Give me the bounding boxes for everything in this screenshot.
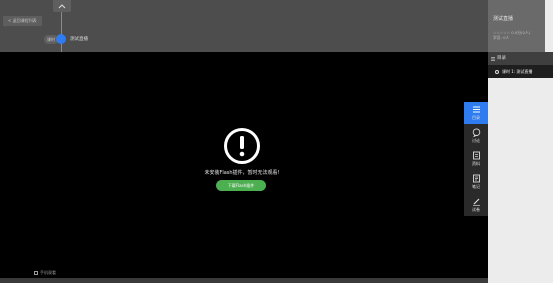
- menu-icon: [491, 56, 495, 61]
- list-icon: [472, 106, 480, 113]
- rail-item-label: 资料: [472, 161, 480, 166]
- pencil-icon: [472, 198, 480, 206]
- qr-code-icon: [34, 271, 38, 275]
- current-lesson-label[interactable]: 测试直播: [70, 36, 88, 43]
- rail-item-label: 目录: [472, 115, 480, 120]
- toc-item-label: 课时 1: 测试直播: [502, 69, 533, 74]
- mobile-view-label: 手机观看: [40, 270, 56, 275]
- rail-item-label: 讨论: [472, 138, 480, 143]
- current-lesson-dot[interactable]: [56, 34, 66, 44]
- note-icon: [472, 174, 480, 183]
- rail-item-label: 试卷: [472, 207, 480, 212]
- status-circle-icon: [495, 69, 499, 74]
- rail-item-label: 笔记: [472, 184, 480, 189]
- course-meta: ☆☆☆☆☆ 0.0分(0人) 学员: 0人: [493, 30, 530, 40]
- rail-item-discussion[interactable]: 讨论: [464, 125, 488, 147]
- toc-header: 目录: [488, 52, 553, 65]
- rail-item-exam[interactable]: 试卷: [464, 194, 488, 216]
- top-bar: [0, 0, 488, 52]
- back-to-course-list-button[interactable]: < 返回课程列表: [3, 16, 42, 26]
- alert-icon: [224, 128, 260, 164]
- rail-item-materials[interactable]: 资料: [464, 148, 488, 170]
- rail-item-notes[interactable]: 笔记: [464, 171, 488, 193]
- course-info-box: [488, 0, 545, 52]
- document-icon: [472, 151, 480, 160]
- course-title: 测试直播: [493, 16, 514, 22]
- flash-missing-message: 未安装Flash插件，暂时无法观看!: [204, 170, 280, 176]
- toc-heading-label: 目录: [497, 56, 506, 61]
- rail-item-toc[interactable]: 目录: [464, 102, 488, 124]
- mobile-view-link[interactable]: 手机观看: [34, 270, 56, 276]
- chat-icon: [472, 128, 480, 137]
- player-bottom-bar: [0, 278, 488, 283]
- collapse-toggle[interactable]: [53, 0, 71, 12]
- timeline-line: [61, 12, 62, 52]
- chevron-up-icon: [58, 3, 66, 8]
- download-flash-button[interactable]: 下载Flash插件: [216, 180, 266, 191]
- video-player[interactable]: [0, 52, 488, 278]
- tool-rail: 目录 讨论 资料 笔记 试卷: [464, 102, 488, 216]
- course-students: 学员: 0人: [493, 35, 510, 40]
- toc-item-lesson-1[interactable]: 课时 1: 测试直播: [488, 65, 553, 78]
